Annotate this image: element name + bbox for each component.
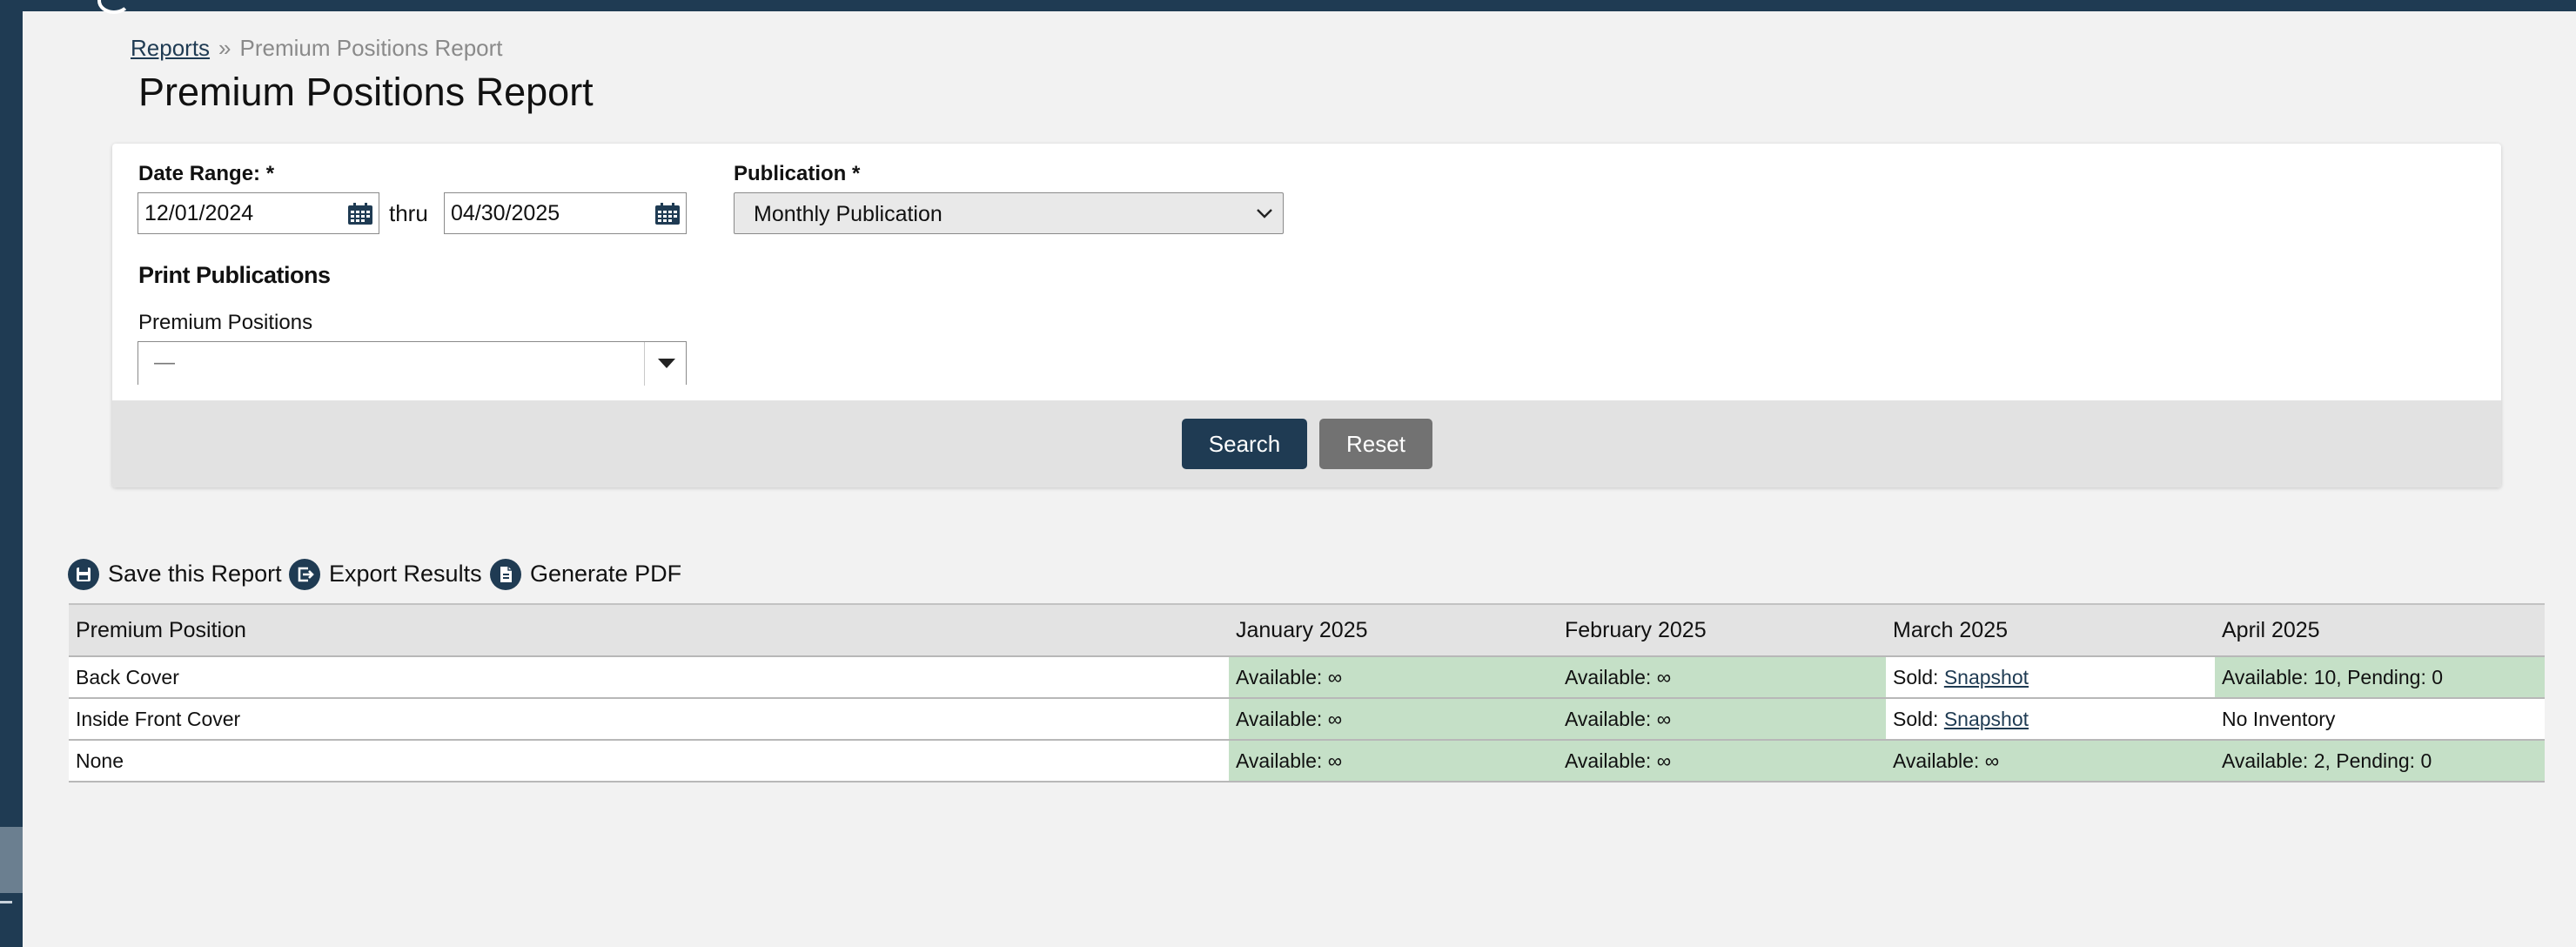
premium-positions-table: Premium Position January 2025 February 2… [69,603,2545,782]
breadcrumb-current: Premium Positions Report [239,35,503,61]
save-report-label: Save this Report [108,561,282,587]
date-range-label: Date Range: * [138,162,275,185]
start-date-field[interactable]: 12/01/2024 [138,192,379,234]
no-inventory-cell: No Inventory [2215,698,2545,741]
caret-down-icon[interactable] [658,359,675,368]
table-row: None Available: ∞ Available: ∞ Available… [69,740,2545,782]
export-results-label: Export Results [329,561,482,587]
calendar-icon[interactable] [347,203,373,225]
breadcrumb: Reports » Premium Positions Report [131,35,503,62]
position-cell: Inside Front Cover [69,698,1229,741]
availability-cell: Available: ∞ [1886,740,2215,782]
availability-cell: Available: ∞ [1229,656,1558,699]
position-cell: Back Cover [69,656,1229,699]
column-header: Premium Position [69,603,1229,657]
pdf-icon [490,559,521,590]
availability-cell: Available: ∞ [1558,698,1886,741]
column-header: January 2025 [1229,603,1558,657]
sold-cell: Sold: Snapshot [1886,656,2215,699]
table-row: Back Cover Available: ∞ Available: ∞ Sol… [69,656,2545,699]
sold-label: Sold: [1893,707,1939,730]
generate-pdf-label: Generate PDF [530,561,682,587]
search-button[interactable]: Search [1182,419,1307,469]
chevron-down-icon [1257,209,1272,218]
availability-cell: Available: ∞ [1558,740,1886,782]
publication-select[interactable]: Monthly Publication [734,192,1284,234]
availability-cell: Available: ∞ [1229,740,1558,782]
calendar-icon[interactable] [654,203,681,225]
table-row: Inside Front Cover Available: ∞ Availabl… [69,698,2545,741]
sidebar-collapse-handle[interactable] [0,901,12,903]
start-date-value: 12/01/2024 [144,201,254,225]
breadcrumb-link-reports[interactable]: Reports [131,35,210,61]
publication-label: Publication * [734,162,861,185]
column-header: April 2025 [2215,603,2545,657]
breadcrumb-separator: » [218,35,231,61]
end-date-value: 04/30/2025 [451,201,560,225]
app-logo[interactable] [97,0,131,14]
publication-selected-value: Monthly Publication [754,202,943,226]
page-title: Premium Positions Report [138,70,594,114]
position-cell: None [69,740,1229,782]
snapshot-link[interactable]: Snapshot [1944,708,2029,730]
sold-label: Sold: [1893,665,1939,688]
sidebar-active-item[interactable] [0,827,23,893]
save-icon [68,559,99,590]
top-navigation-bar [0,0,2576,14]
reset-button[interactable]: Reset [1319,419,1432,469]
availability-cell: Available: 10, Pending: 0 [2215,656,2545,699]
premium-positions-value: — [154,351,175,374]
table-header-row: Premium Position January 2025 February 2… [69,603,2545,657]
sold-cell: Sold: Snapshot [1886,698,2215,741]
availability-cell: Available: ∞ [1558,656,1886,699]
premium-positions-label: Premium Positions [138,311,313,334]
combo-divider [644,342,645,386]
snapshot-link[interactable]: Snapshot [1944,666,2029,688]
column-header: February 2025 [1558,603,1886,657]
premium-positions-select[interactable]: — [138,341,687,386]
thru-label: thru [389,200,428,226]
left-sidebar [0,11,23,947]
print-publications-heading: Print Publications [138,262,331,288]
search-form-panel: Date Range: * 12/01/2024 thru 04/30/2025 [112,144,2501,487]
availability-cell: Available: 2, Pending: 0 [2215,740,2545,782]
availability-cell: Available: ∞ [1229,698,1558,741]
export-icon [289,559,320,590]
end-date-field[interactable]: 04/30/2025 [444,192,687,234]
column-header: March 2025 [1886,603,2215,657]
form-button-bar: Search Reset [112,400,2501,487]
